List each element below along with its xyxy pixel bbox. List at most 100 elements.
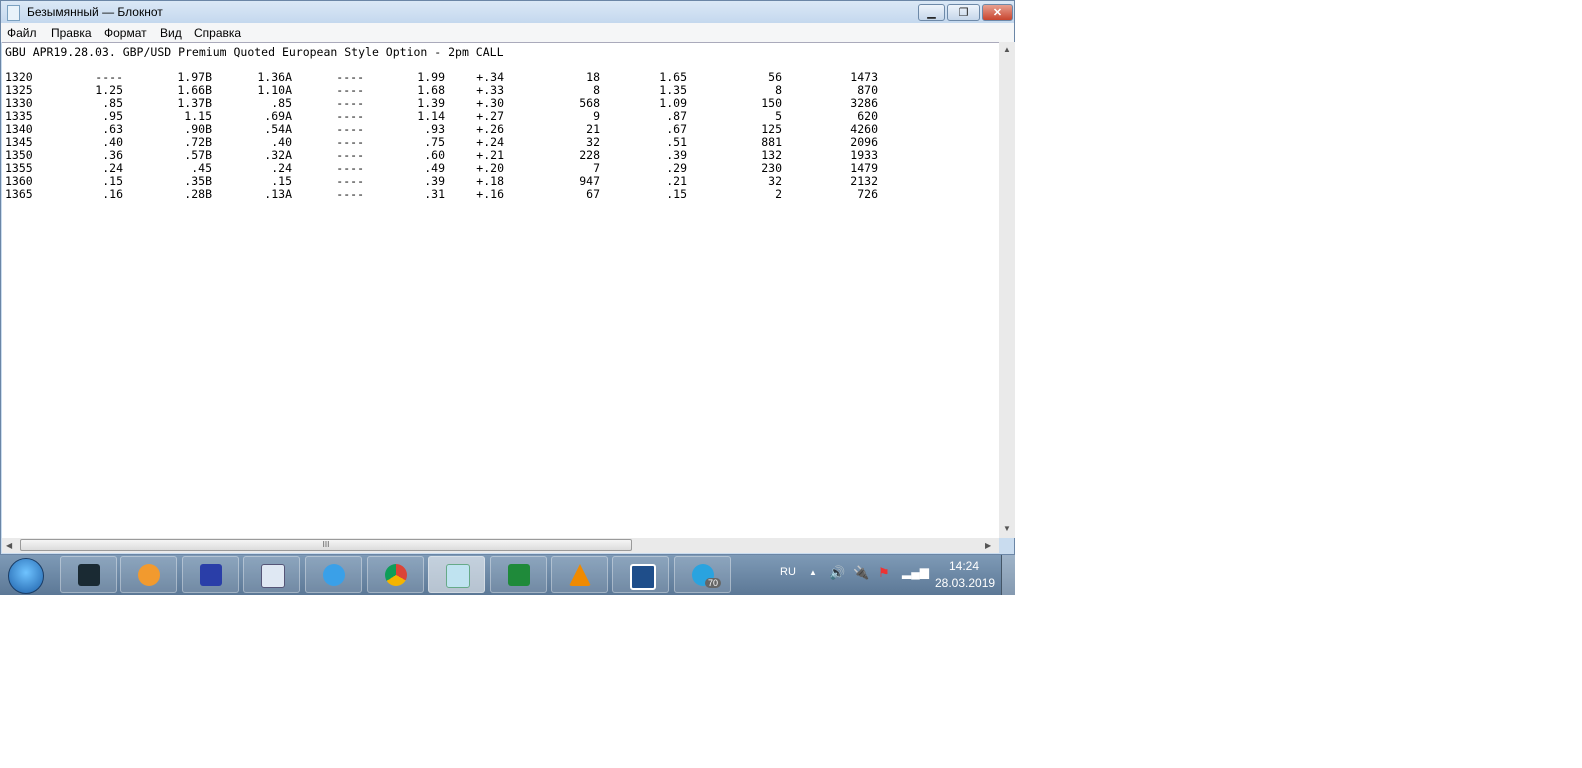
taskbar-chrome[interactable] [367, 556, 424, 593]
taskbar-cryptopro[interactable] [612, 556, 669, 593]
value-cell: ---- [336, 161, 364, 175]
value-cell: 1.99 [417, 70, 445, 84]
taskbar-notepad[interactable] [428, 556, 485, 593]
taskbar-internet-explorer[interactable] [305, 556, 362, 593]
start-button[interactable] [8, 558, 44, 594]
value-cell: 1.65 [659, 70, 687, 84]
value-cell: .93 [424, 122, 445, 136]
value-cell: 947 [579, 174, 600, 188]
taskbar-save[interactable] [182, 556, 239, 593]
value-cell: 1.37B [177, 96, 212, 110]
value-cell: 4260 [850, 122, 878, 136]
scroll-up-icon[interactable]: ▲ [1003, 45, 1011, 54]
show-desktop-button[interactable] [1001, 555, 1016, 595]
value-cell: .90B [184, 122, 212, 136]
power-icon[interactable]: 🔌 [853, 565, 869, 581]
menu-view[interactable]: Вид [160, 26, 182, 40]
taskbar-aimp[interactable] [551, 556, 608, 593]
value-cell: 228 [579, 148, 600, 162]
value-cell: ---- [336, 70, 364, 84]
value-cell: 18 [586, 70, 600, 84]
taskbar-telegram[interactable]: 70 [674, 556, 731, 593]
menu-format[interactable]: Формат [104, 26, 147, 40]
window-title: Безымянный — Блокнот [27, 5, 163, 19]
network-signal-icon[interactable]: ▂▄▆ [902, 565, 929, 579]
horizontal-scrollbar[interactable]: ◀ III ▶ [2, 538, 999, 553]
show-hidden-icons[interactable]: ▲ [809, 568, 817, 577]
strike-cell: 1340 [5, 122, 33, 136]
language-indicator[interactable]: RU [780, 566, 796, 578]
value-cell: 1.09 [659, 96, 687, 110]
value-cell: 870 [857, 83, 878, 97]
value-cell: +.33 [476, 83, 504, 97]
menu-help[interactable]: Справка [194, 26, 241, 40]
cryptopro-icon [630, 564, 656, 590]
value-cell: 1933 [850, 148, 878, 162]
value-cell: ---- [336, 83, 364, 97]
title-bar[interactable]: Безымянный — Блокнот ▁ ❐ ✕ [1, 1, 1014, 23]
strike-cell: 1360 [5, 174, 33, 188]
value-cell: .60 [424, 148, 445, 162]
chrome-icon [385, 564, 407, 586]
value-cell: +.16 [476, 187, 504, 201]
value-cell: .21 [666, 174, 687, 188]
text-editor[interactable]: GBU APR19.28.03. GBP/USD Premium Quoted … [2, 42, 999, 539]
value-cell: .67 [666, 122, 687, 136]
taskbar: 70 RU ▲ 🔊 🔌 ⚑ ▂▄▆ 14:24 28.03.2019 [0, 555, 1016, 595]
scroll-down-icon[interactable]: ▼ [1003, 524, 1011, 533]
value-cell: 9 [593, 109, 600, 123]
taskbar-document-viewer[interactable] [243, 556, 300, 593]
value-cell: .63 [102, 122, 123, 136]
value-cell: .39 [666, 148, 687, 162]
value-cell: .72B [184, 135, 212, 149]
value-cell: .85 [102, 96, 123, 110]
value-cell: 32 [586, 135, 600, 149]
clock-time[interactable]: 14:24 [949, 559, 979, 573]
document-icon [261, 564, 285, 588]
value-cell: ---- [336, 187, 364, 201]
value-cell: .54A [264, 122, 292, 136]
value-cell: 2096 [850, 135, 878, 149]
value-cell: .85 [271, 96, 292, 110]
value-cell: +.20 [476, 161, 504, 175]
value-cell: 32 [768, 174, 782, 188]
maximize-button[interactable]: ❐ [947, 4, 980, 21]
notepad-window: Безымянный — Блокнот ▁ ❐ ✕ Файл Правка Ф… [0, 0, 1015, 555]
scroll-thumb[interactable]: III [20, 539, 632, 551]
value-cell: ---- [336, 174, 364, 188]
value-cell: 1.14 [417, 109, 445, 123]
vertical-scrollbar[interactable]: ▲ ▼ [999, 42, 1015, 538]
value-cell: .29 [666, 161, 687, 175]
value-cell: ---- [336, 96, 364, 110]
value-cell: +.21 [476, 148, 504, 162]
value-cell: 1.35 [659, 83, 687, 97]
value-cell: 1.36A [257, 70, 292, 84]
taskbar-excel[interactable] [490, 556, 547, 593]
taskbar-printer[interactable] [60, 556, 117, 593]
scroll-right-icon[interactable]: ▶ [985, 541, 991, 550]
value-cell: +.30 [476, 96, 504, 110]
value-cell: ---- [336, 148, 364, 162]
internet-explorer-icon [323, 564, 345, 586]
menu-edit[interactable]: Правка [51, 26, 92, 40]
volume-icon[interactable]: 🔊 [829, 565, 845, 581]
value-cell: .40 [271, 135, 292, 149]
close-button[interactable]: ✕ [982, 4, 1013, 21]
value-cell: .57B [184, 148, 212, 162]
clock-date[interactable]: 28.03.2019 [935, 576, 995, 590]
minimize-button[interactable]: ▁ [918, 4, 945, 21]
value-cell: .15 [102, 174, 123, 188]
value-cell: .15 [666, 187, 687, 201]
value-cell: 1473 [850, 70, 878, 84]
menu-file[interactable]: Файл [7, 26, 37, 40]
value-cell: 1.97B [177, 70, 212, 84]
value-cell: .13A [264, 187, 292, 201]
value-cell: +.34 [476, 70, 504, 84]
taskbar-media-player[interactable] [120, 556, 177, 593]
value-cell: .39 [424, 174, 445, 188]
value-cell: .95 [102, 109, 123, 123]
scroll-left-icon[interactable]: ◀ [6, 541, 12, 550]
strike-cell: 1365 [5, 187, 33, 201]
action-center-flag-icon[interactable]: ⚑ [878, 565, 890, 581]
media-player-icon [138, 564, 160, 586]
